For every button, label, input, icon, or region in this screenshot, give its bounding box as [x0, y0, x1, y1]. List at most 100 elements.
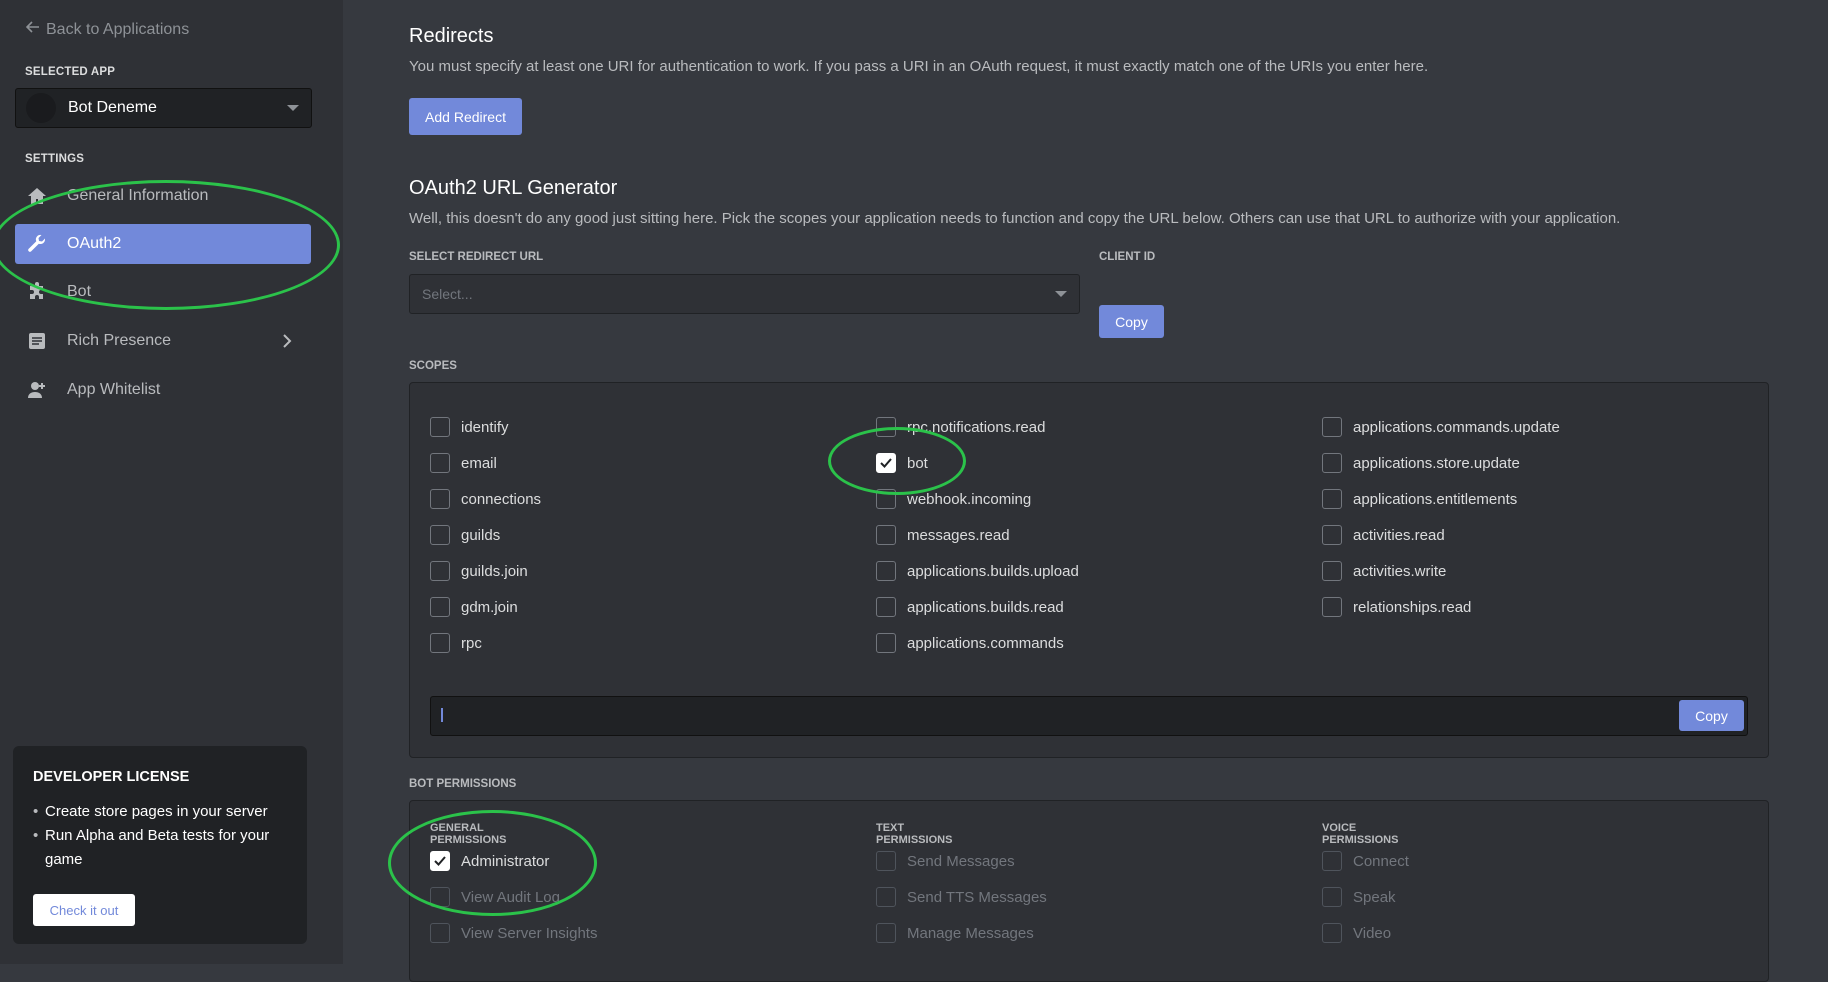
perm-send-messages: Send Messages — [876, 848, 1015, 874]
app-select-dropdown[interactable]: Bot Deneme — [15, 88, 312, 128]
scope-relationships-read[interactable]: relationships.read — [1322, 594, 1471, 620]
checkbox[interactable] — [1322, 489, 1342, 509]
scope-gdm-join[interactable]: gdm.join — [430, 594, 518, 620]
checkbox[interactable] — [1322, 525, 1342, 545]
checkbox-disabled — [430, 887, 450, 907]
scope-label: applications.builds.upload — [907, 562, 1079, 580]
list-item: Create store pages in your server — [33, 800, 293, 824]
sidebar-item-label: Rich Presence — [67, 332, 172, 349]
puzzle-icon — [25, 280, 49, 304]
scope-applications-commands[interactable]: applications.commands — [876, 630, 1064, 656]
scopes-panel: identify email connections guilds guilds… — [409, 382, 1769, 758]
oauth2-generator-title: OAuth2 URL Generator — [409, 177, 618, 199]
checkbox[interactable] — [430, 633, 450, 653]
scope-label: applications.builds.read — [907, 598, 1064, 616]
checkbox[interactable] — [1322, 417, 1342, 437]
perm-view-server-insights: View Server Insights — [430, 920, 597, 946]
scope-rpc[interactable]: rpc — [430, 630, 482, 656]
checkbox[interactable] — [430, 525, 450, 545]
scope-label: applications.commands.update — [1353, 418, 1560, 436]
checkbox-disabled — [876, 851, 896, 871]
checkbox[interactable] — [876, 633, 896, 653]
sidebar-item-label: Bot — [67, 283, 92, 300]
checkbox[interactable] — [430, 561, 450, 581]
scope-applications-entitlements[interactable]: applications.entitlements — [1322, 486, 1517, 512]
scope-activities-read[interactable]: activities.read — [1322, 522, 1445, 548]
sidebar-item-label: App Whitelist — [67, 381, 161, 398]
scope-label: rpc — [461, 634, 482, 652]
scope-applications-builds-upload[interactable]: applications.builds.upload — [876, 558, 1079, 584]
scope-applications-commands-update[interactable]: applications.commands.update — [1322, 414, 1560, 440]
back-link-label: Back to Applications — [46, 20, 190, 38]
checkbox[interactable] — [1322, 597, 1342, 617]
checkbox[interactable] — [430, 489, 450, 509]
scope-rpc-notifications-read[interactable]: rpc.notifications.read — [876, 414, 1045, 440]
perm-label: View Server Insights — [461, 924, 598, 942]
checkbox[interactable] — [876, 597, 896, 617]
checkbox-disabled — [1322, 923, 1342, 943]
copy-url-button[interactable]: Copy — [1679, 700, 1744, 731]
back-to-applications-link[interactable]: Back to Applications — [25, 20, 190, 39]
redirect-url-select[interactable]: Select... — [409, 274, 1080, 314]
scope-label: applications.commands — [907, 634, 1064, 652]
scope-applications-builds-read[interactable]: applications.builds.read — [876, 594, 1064, 620]
scope-bot[interactable]: bot — [876, 450, 928, 476]
copy-client-id-button[interactable]: Copy — [1099, 305, 1164, 338]
checkbox[interactable] — [430, 453, 450, 473]
scope-webhook-incoming[interactable]: webhook.incoming — [876, 486, 1031, 512]
checkbox[interactable] — [876, 525, 896, 545]
document-icon — [25, 329, 49, 353]
text-caret — [441, 708, 443, 722]
checkbox[interactable] — [430, 597, 450, 617]
check-it-out-button[interactable]: Check it out — [33, 894, 135, 926]
chevron-down-icon — [287, 105, 299, 111]
scope-identify[interactable]: identify — [430, 414, 509, 440]
text-permissions-heading: TEXT PERMISSIONS — [876, 822, 953, 846]
perm-label: Manage Messages — [907, 924, 1034, 942]
scope-label: gdm.join — [461, 598, 518, 616]
scope-label: webhook.incoming — [907, 490, 1032, 508]
sidebar-item-general-information[interactable]: General Information — [15, 176, 311, 216]
scope-label: guilds — [461, 526, 501, 544]
scope-activities-write[interactable]: activities.write — [1322, 558, 1446, 584]
scope-messages-read[interactable]: messages.read — [876, 522, 1010, 548]
checkbox[interactable] — [430, 417, 450, 437]
sidebar-item-rich-presence[interactable]: Rich Presence — [15, 321, 311, 361]
checkbox[interactable] — [876, 561, 896, 581]
perm-label: Administrator — [461, 852, 550, 870]
perm-video: Video — [1322, 920, 1391, 946]
general-permissions-heading: GENERAL PERMISSIONS — [430, 822, 507, 846]
scope-label: activities.read — [1353, 526, 1445, 544]
checkbox-checked[interactable] — [430, 851, 450, 871]
checkbox-disabled — [876, 923, 896, 943]
sidebar-item-app-whitelist[interactable]: App Whitelist — [15, 370, 311, 410]
bot-permissions-label: BOT PERMISSIONS — [409, 778, 517, 790]
home-icon — [25, 184, 49, 208]
add-redirect-button[interactable]: Add Redirect — [409, 98, 522, 135]
checkbox-disabled — [876, 887, 896, 907]
checkmark-icon — [434, 856, 446, 866]
checkbox-checked[interactable] — [876, 453, 896, 473]
chevron-right-icon — [277, 331, 297, 356]
sidebar-item-bot[interactable]: Bot — [15, 272, 311, 312]
settings-label: SETTINGS — [25, 153, 85, 165]
generated-url-field[interactable] — [430, 696, 1748, 736]
sidebar-item-label: General Information — [67, 187, 209, 204]
person-add-icon — [25, 378, 49, 402]
scope-guilds-join[interactable]: guilds.join — [430, 558, 528, 584]
checkbox-disabled — [430, 923, 450, 943]
scope-connections[interactable]: connections — [430, 486, 541, 512]
scope-applications-store-update[interactable]: applications.store.update — [1322, 450, 1520, 476]
checkbox[interactable] — [876, 489, 896, 509]
sidebar-item-oauth2[interactable]: OAuth2 — [15, 224, 311, 264]
scope-guilds[interactable]: guilds — [430, 522, 500, 548]
scope-label: identify — [461, 418, 509, 436]
app-avatar — [26, 93, 56, 123]
scope-label: rpc.notifications.read — [907, 418, 1046, 436]
checkbox[interactable] — [876, 417, 896, 437]
scope-email[interactable]: email — [430, 450, 497, 476]
checkbox[interactable] — [1322, 561, 1342, 581]
checkbox[interactable] — [1322, 453, 1342, 473]
chevron-down-icon — [1055, 291, 1067, 297]
perm-administrator[interactable]: Administrator — [430, 848, 549, 874]
